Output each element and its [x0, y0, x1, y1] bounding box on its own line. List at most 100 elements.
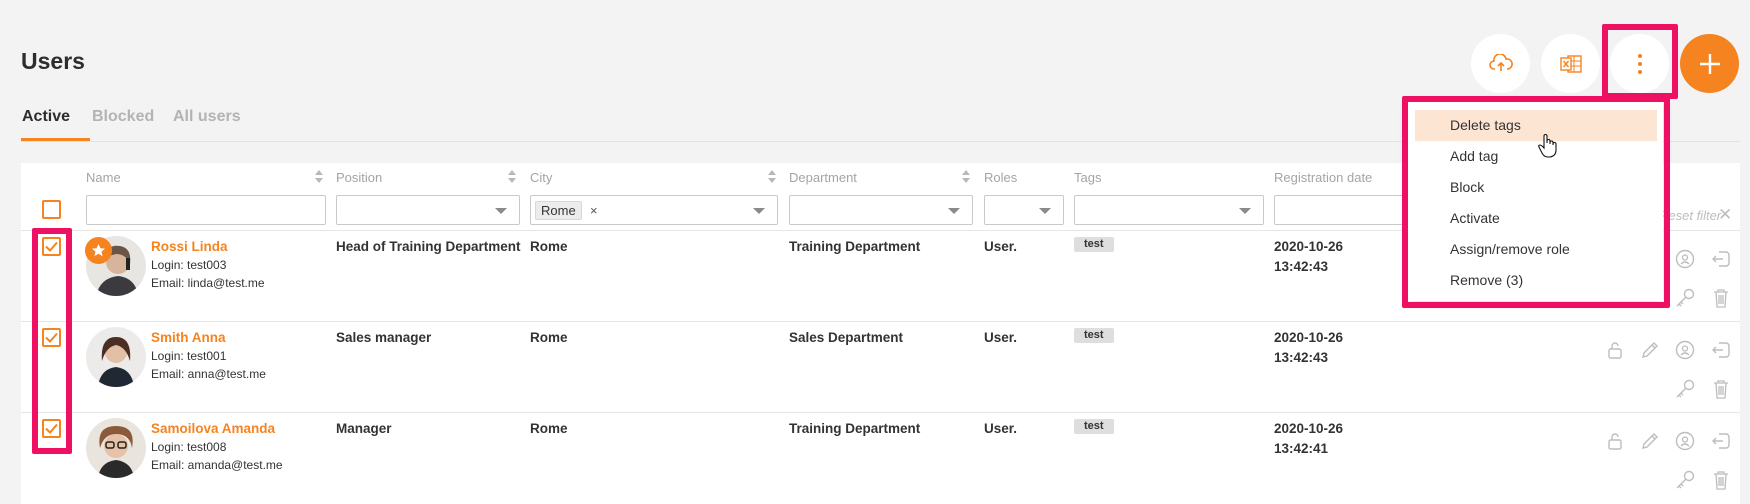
column-header-department[interactable]: Department — [789, 170, 857, 185]
row-checkbox[interactable] — [42, 419, 61, 438]
chevron-down-icon — [495, 208, 507, 214]
trash-icon[interactable] — [1710, 378, 1732, 400]
user-name-link[interactable]: Samoilova Amanda — [151, 421, 275, 436]
lock-icon[interactable] — [1604, 339, 1626, 361]
sort-icon[interactable] — [315, 170, 323, 183]
row-divider — [21, 321, 1740, 322]
user-roles: User. — [984, 239, 1018, 254]
user-tag: test — [1074, 237, 1114, 252]
menu-item-delete-tags[interactable]: Delete tags — [1415, 110, 1657, 141]
add-user-button[interactable] — [1680, 34, 1739, 93]
user-login: Login: test003 — [151, 258, 227, 272]
select-all-checkbox[interactable] — [42, 200, 61, 219]
registration-time: 13:42:43 — [1274, 350, 1329, 365]
check-icon — [45, 332, 58, 343]
tab-all-users[interactable]: All users — [173, 108, 241, 126]
name-filter-input[interactable] — [86, 195, 326, 225]
user-department: Training Department — [789, 239, 921, 254]
position-filter-select[interactable] — [336, 195, 520, 225]
user-email: Email: linda@test.me — [151, 276, 265, 290]
lock-icon[interactable] — [1604, 430, 1626, 452]
avatar — [86, 327, 146, 387]
trash-icon[interactable] — [1710, 469, 1732, 491]
users-page: Users Active Blocked All users Name Posi… — [0, 0, 1750, 504]
login-as-user-icon[interactable] — [1674, 430, 1696, 452]
page-title: Users — [21, 48, 85, 74]
column-header-registration-date[interactable]: Registration date — [1274, 170, 1372, 185]
city-filter-select[interactable]: Rome × — [530, 195, 778, 225]
logout-icon[interactable] — [1710, 430, 1732, 452]
key-icon[interactable] — [1674, 469, 1696, 491]
active-tab-indicator — [21, 138, 90, 141]
sort-icon[interactable] — [962, 170, 970, 183]
sort-icon[interactable] — [508, 170, 516, 183]
hand-cursor-icon — [1538, 134, 1557, 158]
column-header-name[interactable]: Name — [86, 170, 121, 185]
check-icon — [45, 241, 58, 252]
chevron-down-icon — [948, 208, 960, 214]
user-name-link[interactable]: Smith Anna — [151, 330, 226, 345]
chevron-down-icon — [1039, 208, 1051, 214]
menu-item-add-tag[interactable]: Add tag — [1408, 141, 1663, 172]
user-roles: User. — [984, 421, 1018, 436]
user-city: Rome — [530, 239, 568, 254]
user-position: Manager — [336, 421, 392, 436]
column-header-roles: Roles — [984, 170, 1018, 185]
registration-date-filter[interactable] — [1274, 195, 1414, 225]
tags-filter-select[interactable] — [1074, 195, 1264, 225]
tab-blocked[interactable]: Blocked — [92, 108, 154, 126]
logout-icon[interactable] — [1710, 339, 1732, 361]
login-as-user-icon[interactable] — [1674, 339, 1696, 361]
chevron-down-icon — [753, 208, 765, 214]
user-tag: test — [1074, 328, 1114, 343]
cloud-upload-icon — [1488, 53, 1513, 71]
check-icon — [45, 423, 58, 434]
user-position: Sales manager — [336, 330, 432, 345]
edit-pencil-icon[interactable] — [1639, 430, 1661, 452]
user-department: Sales Department — [789, 330, 904, 345]
registration-time: 13:42:41 — [1274, 441, 1329, 456]
column-header-city[interactable]: City — [530, 170, 552, 185]
menu-item-assign-remove-role[interactable]: Assign/remove role — [1408, 234, 1663, 265]
edit-pencil-icon[interactable] — [1639, 339, 1661, 361]
menu-item-block[interactable]: Block — [1408, 172, 1663, 203]
logout-icon[interactable] — [1710, 248, 1732, 270]
row-checkbox[interactable] — [42, 328, 61, 347]
export-excel-button[interactable] — [1541, 34, 1600, 93]
vertical-dots-icon — [1637, 53, 1642, 74]
chevron-down-icon — [1239, 208, 1251, 214]
chip-remove-icon[interactable]: × — [590, 201, 598, 220]
user-login: Login: test001 — [151, 349, 227, 363]
key-icon[interactable] — [1674, 378, 1696, 400]
reset-filter-link[interactable]: Reset filter — [1659, 208, 1721, 223]
more-actions-button[interactable] — [1610, 34, 1669, 93]
more-actions-menu: Delete tags Add tag Block Activate Assig… — [1408, 102, 1663, 301]
close-icon[interactable]: ✕ — [1718, 206, 1732, 223]
user-email: Email: anna@test.me — [151, 367, 266, 381]
avatar — [86, 418, 146, 478]
user-tag: test — [1074, 419, 1114, 434]
user-city: Rome — [530, 330, 568, 345]
registration-time: 13:42:43 — [1274, 259, 1329, 274]
upload-button[interactable] — [1471, 34, 1530, 93]
excel-icon — [1559, 54, 1582, 73]
tab-active[interactable]: Active — [22, 108, 70, 126]
menu-item-activate[interactable]: Activate — [1408, 203, 1663, 234]
user-department: Training Department — [789, 421, 921, 436]
menu-item-remove[interactable]: Remove (3) — [1408, 265, 1663, 296]
column-header-position[interactable]: Position — [336, 170, 382, 185]
user-login: Login: test008 — [151, 440, 227, 454]
key-icon[interactable] — [1674, 287, 1696, 309]
row-checkbox[interactable] — [42, 237, 61, 256]
registration-date: 2020-10-26 — [1274, 330, 1344, 345]
user-position: Head of Training Department — [336, 239, 521, 254]
user-name-link[interactable]: Rossi Linda — [151, 239, 228, 254]
login-as-user-icon[interactable] — [1674, 248, 1696, 270]
roles-filter-select[interactable] — [984, 195, 1064, 225]
city-filter-chip: Rome — [535, 201, 582, 220]
trash-icon[interactable] — [1710, 287, 1732, 309]
department-filter-select[interactable] — [789, 195, 973, 225]
sort-icon[interactable] — [768, 170, 776, 183]
favorite-star-icon — [85, 237, 112, 264]
user-email: Email: amanda@test.me — [151, 458, 283, 472]
